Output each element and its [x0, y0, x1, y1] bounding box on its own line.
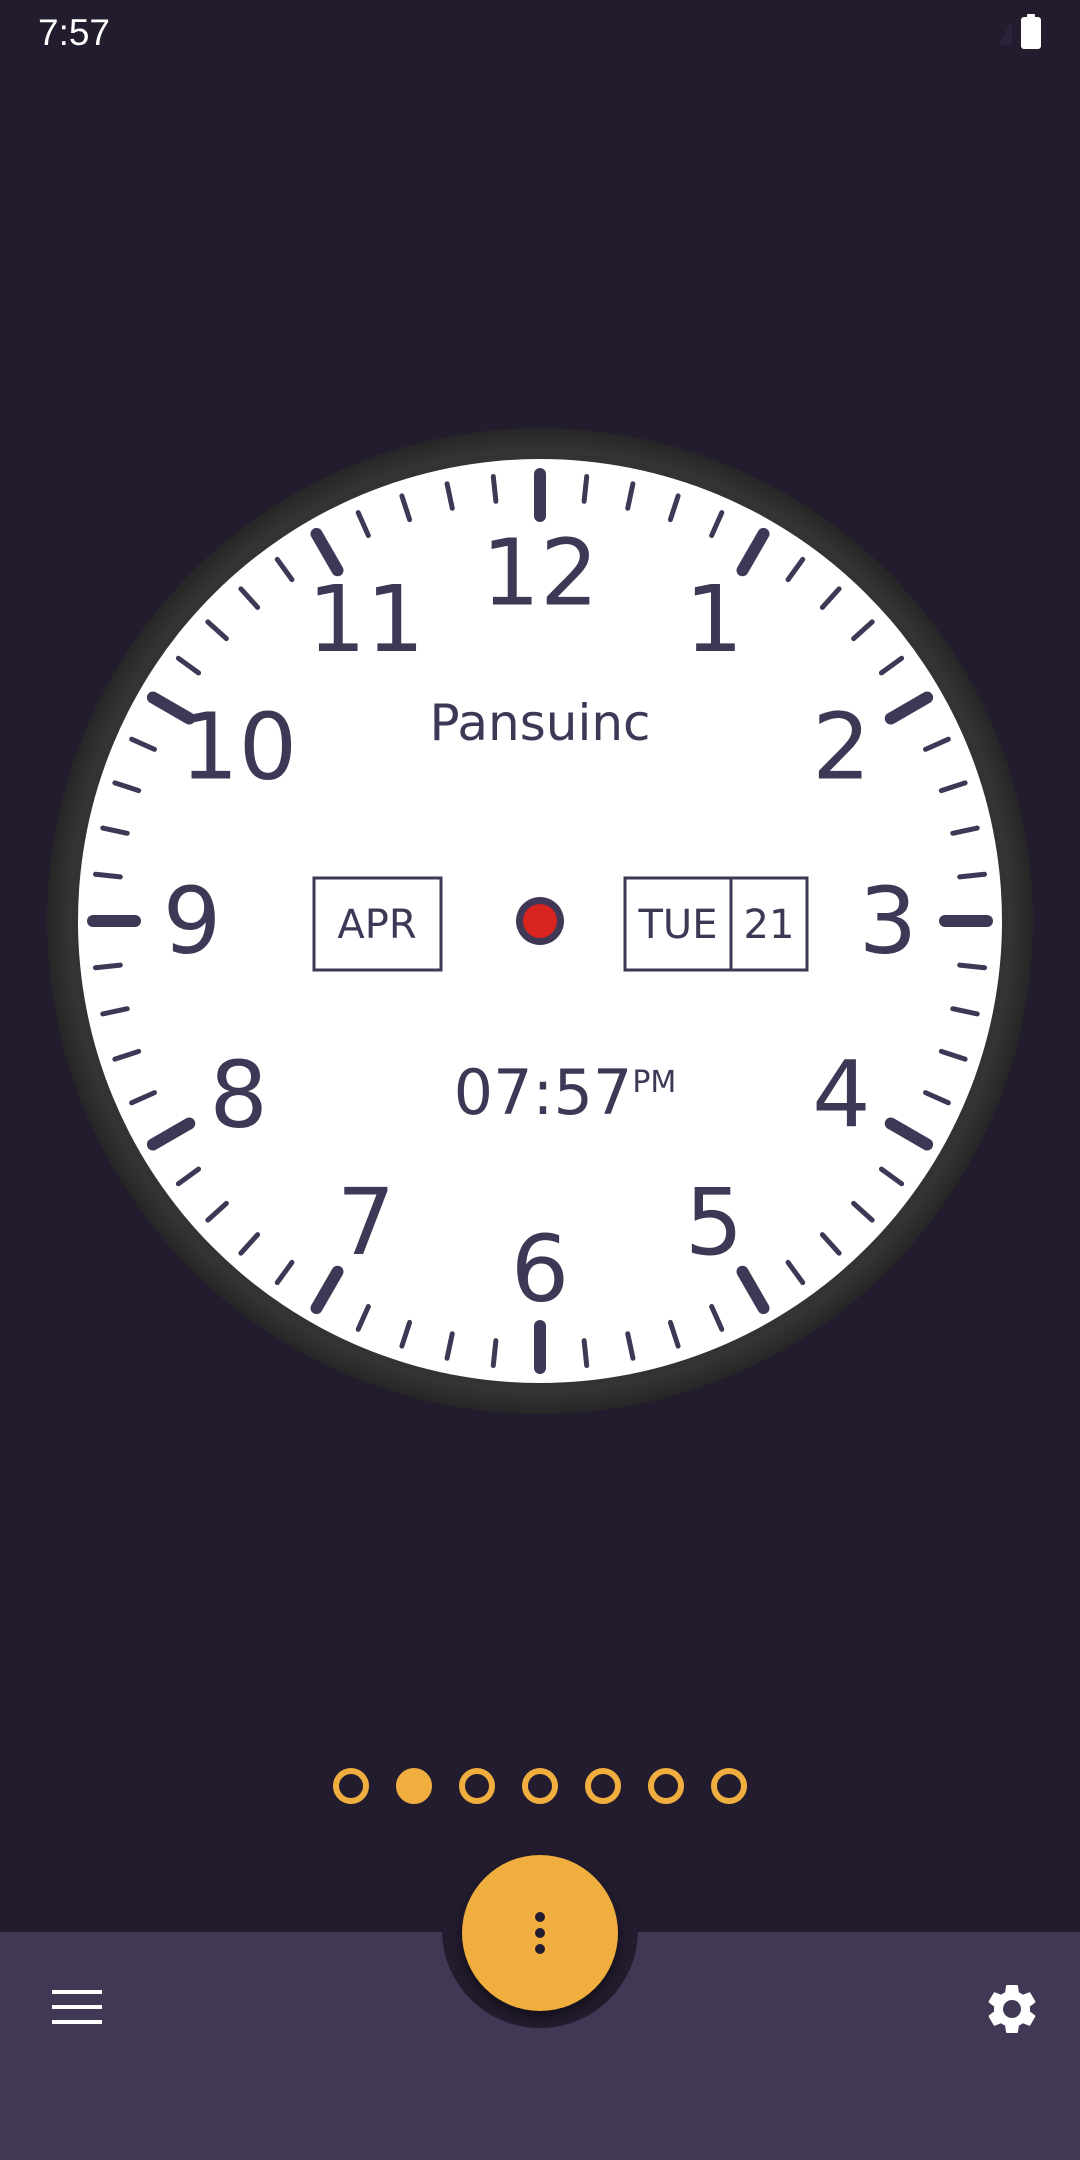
- status-time: 7:57: [38, 12, 111, 53]
- numeral-8: 8: [209, 1042, 268, 1149]
- center-cap: [523, 904, 557, 938]
- page-dot-6[interactable]: [648, 1768, 684, 1804]
- analog-clock[interactable]: 121234567891011 Pansuinc APR TUE 21 07:5…: [47, 428, 1033, 1414]
- page-dot-7[interactable]: [711, 1768, 747, 1804]
- numeral-1: 1: [685, 566, 744, 673]
- numeral-4: 4: [812, 1042, 871, 1149]
- weekday-label: TUE: [638, 902, 718, 948]
- gear-icon: [988, 1984, 1036, 2033]
- day-label: 21: [744, 902, 795, 948]
- settings-button[interactable]: [982, 1979, 1042, 2039]
- numeral-6: 6: [511, 1216, 570, 1323]
- minute-tick: [490, 473, 499, 504]
- minute-tick: [490, 1338, 499, 1369]
- signal-icon: [998, 21, 1012, 45]
- more-options-button[interactable]: [462, 1855, 618, 2011]
- numeral-2: 2: [812, 694, 871, 801]
- minute-tick: [581, 473, 590, 504]
- ampm-label: PM: [632, 1065, 676, 1100]
- menu-button[interactable]: [50, 1985, 106, 2029]
- page-indicator: [0, 1768, 1080, 1812]
- clock-screen: 7:57 12 1 2 3 4 5 6 7 8 9 11 Pansuinc TU…: [0, 0, 1080, 2160]
- page-dot-5[interactable]: [585, 1768, 621, 1804]
- numeral-12: 12: [481, 520, 598, 627]
- clock-face: 121234567891011 Pansuinc APR TUE 21 07:5…: [47, 428, 1033, 1414]
- status-bar: 7:57: [0, 0, 1080, 70]
- page-dot-4[interactable]: [522, 1768, 558, 1804]
- minute-tick: [957, 962, 988, 971]
- page-dot-3[interactable]: [459, 1768, 495, 1804]
- numeral-11: 11: [307, 566, 424, 673]
- brand-label: Pansuinc: [429, 694, 650, 752]
- digital-time-value: 07:57: [454, 1056, 633, 1129]
- numeral-5: 5: [685, 1169, 744, 1276]
- numeral-9: 9: [163, 868, 222, 975]
- numeral-7: 7: [337, 1169, 396, 1276]
- numeral-3: 3: [859, 868, 918, 975]
- page-dot-1[interactable]: [333, 1768, 369, 1804]
- minute-tick: [581, 1338, 590, 1369]
- minute-tick: [957, 871, 988, 880]
- battery-icon: [1021, 14, 1041, 49]
- more-vertical-icon: [535, 1912, 545, 1954]
- page-dot-2[interactable]: [396, 1768, 432, 1804]
- minute-tick: [92, 962, 123, 971]
- minute-tick: [92, 871, 123, 880]
- hamburger-menu-icon: [52, 1990, 102, 2024]
- status-icons: [994, 14, 1042, 50]
